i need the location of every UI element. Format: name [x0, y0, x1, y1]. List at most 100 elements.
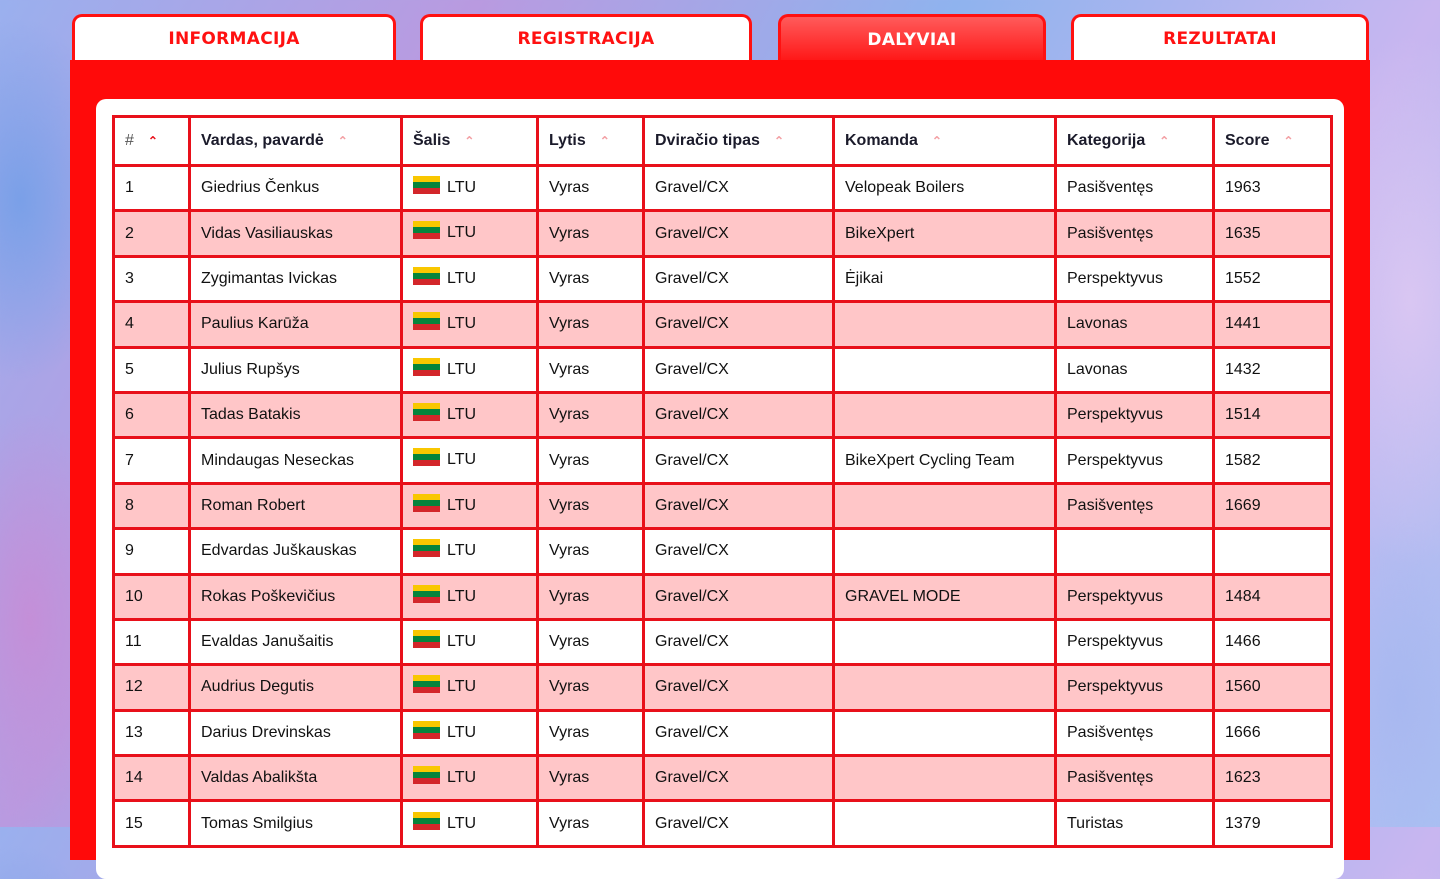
table-header: # ⌃ Vardas, pavardė ⌃ Šalis ⌃ Lytis ⌃ Dviračio t…: [112, 115, 1333, 167]
cell-text: Gravel/CX: [655, 179, 729, 197]
cell-score: 1963: [1212, 163, 1333, 213]
cell-team: [832, 527, 1057, 576]
cell-text: Turistas: [1067, 814, 1124, 832]
cell-team: [832, 663, 1057, 712]
cell-bike-type: Gravel/CX: [642, 708, 835, 758]
cell-name: Rokas Poškevičius: [188, 572, 403, 621]
lithuania-flag-icon: [413, 584, 440, 603]
column-header-score[interactable]: Score ⌃: [1212, 115, 1333, 167]
cell-gender: Vyras: [536, 617, 645, 667]
chevron-up-icon[interactable]: ⌃: [932, 134, 942, 148]
cell-text: Pasišventęs: [1067, 179, 1154, 197]
cell-text: Roman Robert: [201, 496, 306, 514]
chevron-up-icon[interactable]: ⌃: [600, 134, 610, 148]
cell-text: Vyras: [549, 315, 590, 333]
cell-text: 5: [125, 360, 134, 378]
cell-gender: Vyras: [536, 163, 645, 213]
column-header-name[interactable]: Vardas, pavardė ⌃: [188, 115, 403, 167]
cell-score: [1212, 527, 1333, 576]
chevron-up-icon[interactable]: ⌃: [774, 134, 784, 148]
cell-text: Lavonas: [1067, 315, 1128, 333]
cell-text: Rokas Poškevičius: [201, 587, 336, 605]
cell-text: LTU: [447, 724, 477, 741]
column-header-bike-type[interactable]: Dviračio tipas ⌃: [642, 115, 835, 167]
cell-team: [832, 617, 1057, 667]
cell-number: 13: [112, 708, 191, 758]
table-row: 11 Evaldas Janušaitis LTU Vyras Gravel/CX Per…: [112, 617, 1333, 667]
cell-text: Vyras: [549, 542, 590, 560]
cell-country: LTU: [400, 617, 539, 667]
cell-bike-type: Gravel/CX: [642, 481, 835, 531]
cell-category: Perspektyvus: [1054, 617, 1215, 667]
column-header-country[interactable]: Šalis ⌃: [400, 115, 539, 167]
chevron-up-icon[interactable]: ⌃: [148, 134, 158, 148]
participants-card: # ⌃ Vardas, pavardė ⌃ Šalis ⌃ Lytis ⌃ Dviračio t…: [96, 99, 1344, 879]
cell-gender: Vyras: [536, 390, 645, 440]
chevron-up-icon[interactable]: ⌃: [338, 134, 348, 148]
cell-text: Gravel/CX: [655, 814, 729, 832]
column-header-gender[interactable]: Lytis ⌃: [536, 115, 645, 167]
cell-text: Vyras: [549, 451, 590, 469]
chevron-up-icon[interactable]: ⌃: [1283, 134, 1293, 148]
cell-number: 4: [112, 300, 191, 349]
cell-text: Gravel/CX: [655, 769, 729, 787]
chevron-up-icon[interactable]: ⌃: [1159, 134, 1169, 148]
lithuania-flag-icon: [413, 221, 440, 240]
tab-dalyviai[interactable]: DALYVIAI: [778, 14, 1046, 62]
tab-registracija[interactable]: REGISTRACIJA: [420, 14, 752, 60]
column-header-team[interactable]: Komanda ⌃: [832, 115, 1057, 167]
cell-text: BikeXpert Cycling Team: [845, 451, 1015, 469]
cell-text: 9: [125, 542, 134, 560]
cell-text: 3: [125, 269, 134, 287]
cell-text: Gravel/CX: [655, 587, 729, 605]
cell-name: Mindaugas Neseckas: [188, 436, 403, 485]
cell-text: 1635: [1225, 224, 1261, 242]
cell-text: Gravel/CX: [655, 496, 729, 514]
cell-text: LTU: [447, 542, 477, 560]
cell-gender: Vyras: [536, 708, 645, 758]
cell-number: 10: [112, 572, 191, 621]
cell-category: [1054, 527, 1215, 576]
cell-text: 10: [125, 587, 143, 605]
cell-text: 11: [125, 633, 142, 651]
cell-bike-type: Gravel/CX: [642, 300, 835, 349]
cell-gender: Vyras: [536, 209, 645, 258]
lithuania-flag-icon: [413, 176, 440, 195]
column-header-category[interactable]: Kategorija ⌃: [1054, 115, 1215, 167]
table-row: 8 Roman Robert LTU Vyras Gravel/CX Pasišventę…: [112, 481, 1333, 531]
cell-bike-type: Gravel/CX: [642, 254, 835, 304]
cell-team: [832, 481, 1057, 531]
cell-number: 6: [112, 390, 191, 440]
lithuania-flag-icon: [413, 312, 440, 331]
cell-bike-type: Gravel/CX: [642, 754, 835, 803]
cell-text: Gravel/CX: [655, 360, 729, 378]
cell-name: Evaldas Janušaitis: [188, 617, 403, 667]
cell-text: 1552: [1225, 269, 1261, 287]
cell-team: [832, 300, 1057, 349]
cell-category: Perspektyvus: [1054, 572, 1215, 621]
cell-bike-type: Gravel/CX: [642, 209, 835, 258]
cell-text: Gravel/CX: [655, 224, 729, 242]
lithuania-flag-icon: [413, 357, 440, 376]
cell-country: LTU: [400, 300, 539, 349]
tab-rezultatai[interactable]: REZULTATAI: [1071, 14, 1369, 60]
tab-informacija[interactable]: INFORMACIJA: [72, 14, 396, 60]
cell-country: LTU: [400, 663, 539, 712]
cell-text: LTU: [447, 270, 477, 288]
column-header-label: Score: [1225, 132, 1270, 149]
cell-team: Velopeak Boilers: [832, 163, 1057, 213]
cell-text: 13: [125, 723, 143, 741]
column-header-number[interactable]: # ⌃: [112, 115, 191, 167]
cell-text: LTU: [447, 406, 477, 424]
cell-text: GRAVEL MODE: [845, 587, 961, 605]
content-panel: # ⌃ Vardas, pavardė ⌃ Šalis ⌃ Lytis ⌃ Dviračio t…: [70, 60, 1370, 879]
cell-text: Gravel/CX: [655, 451, 729, 469]
chevron-up-icon[interactable]: ⌃: [464, 134, 474, 148]
cell-bike-type: Gravel/CX: [642, 527, 835, 576]
cell-category: Pasišventęs: [1054, 708, 1215, 758]
cell-text: Evaldas Janušaitis: [201, 633, 334, 651]
cell-text: 1669: [1225, 496, 1261, 514]
cell-text: Vyras: [549, 633, 590, 651]
cell-number: 1: [112, 163, 191, 213]
cell-text: 1441: [1225, 315, 1261, 333]
